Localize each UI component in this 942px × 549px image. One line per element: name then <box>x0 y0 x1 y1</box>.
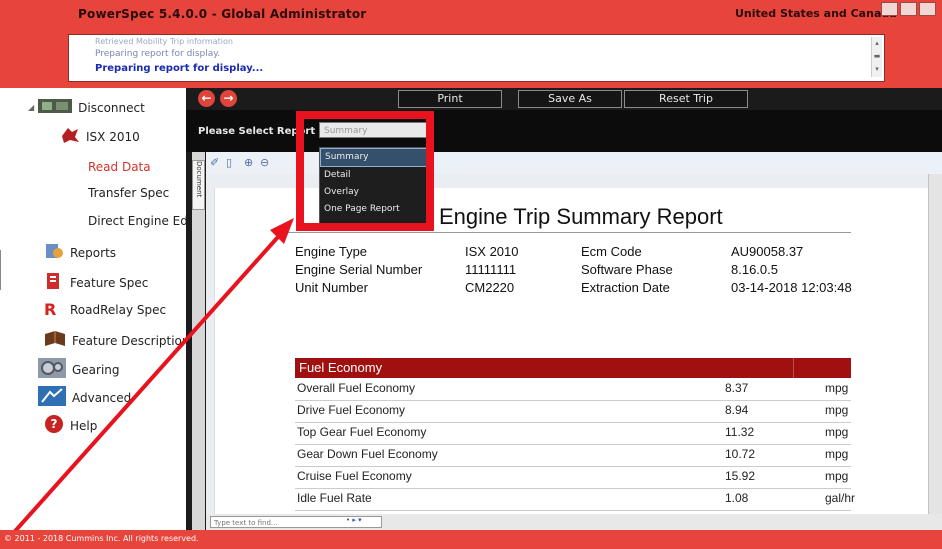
copyright-text: © 2011 - 2018 Cummins Inc. All rights re… <box>4 534 199 543</box>
annotation-arrow <box>0 218 294 549</box>
annotation-arrow-line <box>0 226 288 549</box>
footer-bar: © 2011 - 2018 Cummins Inc. All rights re… <box>0 530 942 549</box>
